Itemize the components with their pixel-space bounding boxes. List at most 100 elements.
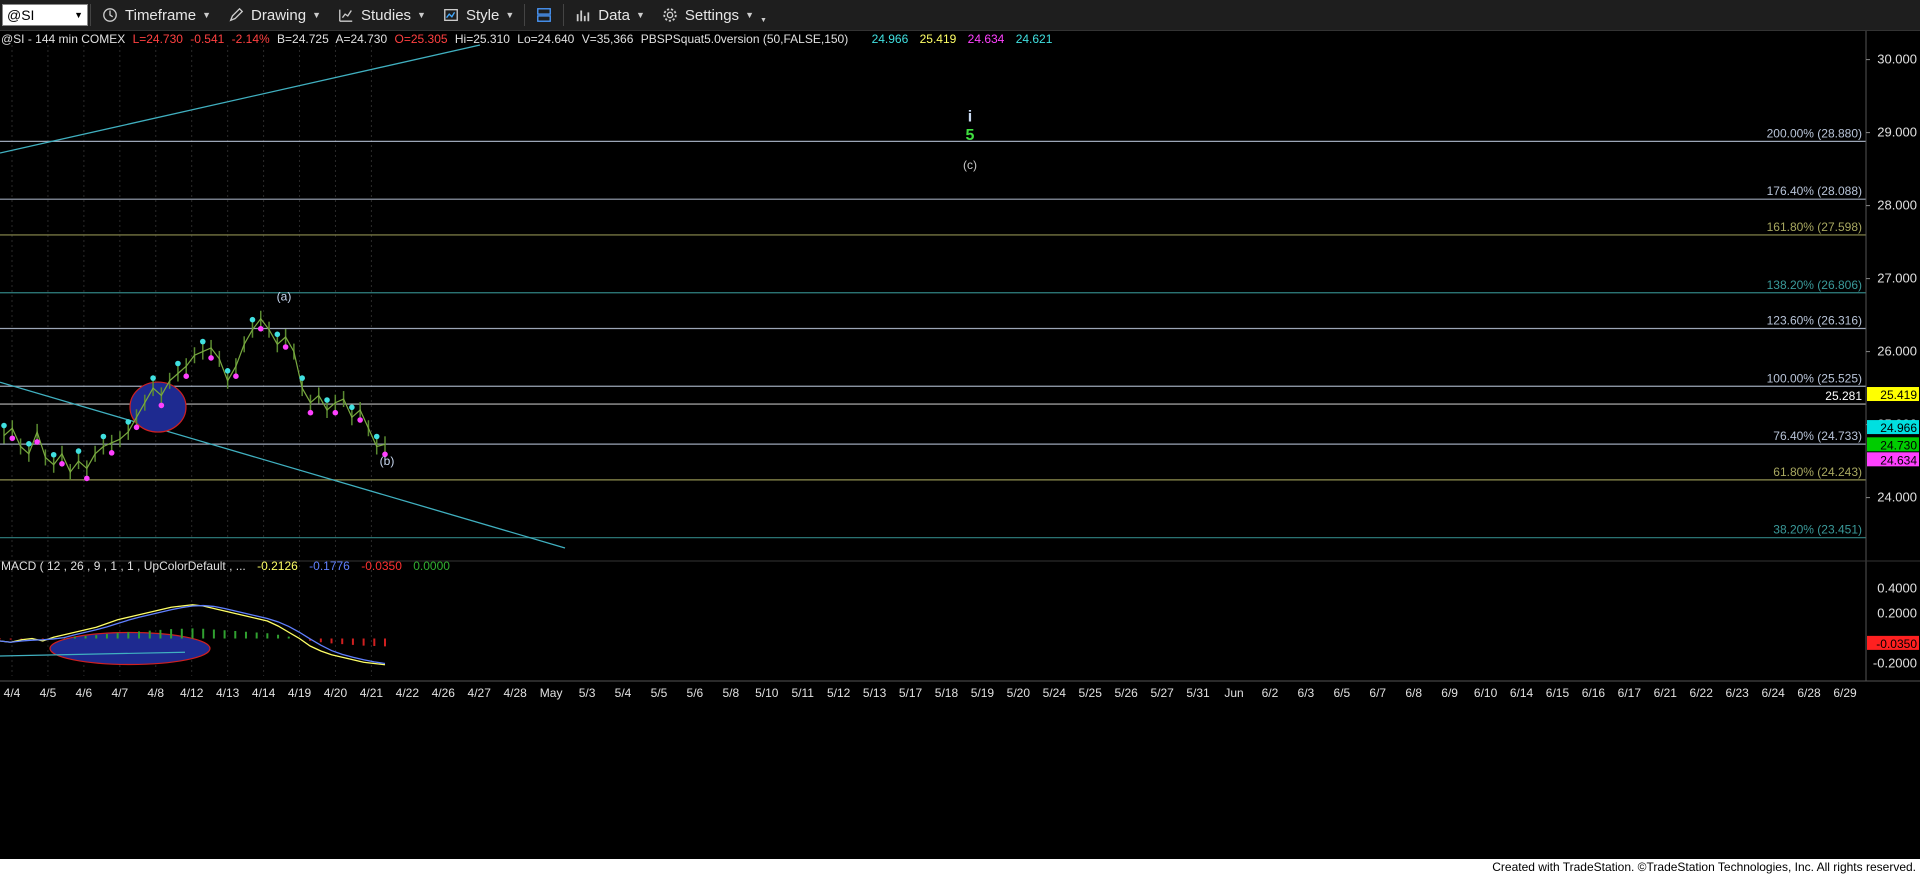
price-series [1,310,388,482]
swing-high-dot [299,375,305,381]
date-tick: 4/26 [432,686,456,700]
date-tick: 6/24 [1761,686,1785,700]
swing-low-dot [332,409,339,416]
chart-canvas[interactable]: 200.00% (28.880) 176.40% (28.088) 161.80% … [0,31,1920,859]
swing-high-dot [324,397,330,403]
chevron-down-icon: ▼ [635,10,645,20]
date-tick: 4/21 [360,686,384,700]
date-tick: 6/29 [1833,686,1857,700]
swing-high-dot [249,316,256,323]
swing-low-dot [257,325,264,332]
swing-high-dot [100,433,107,440]
last-price: L=24.730 [133,32,184,46]
date-tick: 6/22 [1690,686,1714,700]
date-tick: 4/7 [111,686,128,700]
date-tick: 5/17 [899,686,923,700]
date-tick: 4/19 [288,686,312,700]
toolbar-separator [90,4,91,26]
date-tick: 4/13 [216,686,240,700]
date-tick: 5/10 [755,686,779,700]
style-icon [444,9,458,21]
date-tick: 4/4 [4,686,21,700]
bid-price: B=24.725 [277,32,329,46]
fib-label: 176.40% (28.088) [1767,184,1862,198]
toolbar: @SI ▼ Timeframe ▼ Drawing ▼ Studies ▼ St… [0,0,1920,31]
price-line [3,317,386,474]
volume: V=35,366 [582,32,634,46]
data-button[interactable]: Data ▼ [566,2,653,28]
gear-icon [663,8,677,22]
wave-labels: i5 (c) (a) (b) [277,109,977,468]
toolbar-separator [563,4,565,26]
swing-high-dot [349,404,355,411]
date-tick: 6/16 [1582,686,1606,700]
swing-low-dot [208,355,214,361]
high-price: Hi=25.310 [455,32,510,46]
chevron-down-icon: ▼ [745,10,754,20]
swing-high-dot [373,433,380,440]
date-tick: 5/27 [1150,686,1174,700]
swing-low-dot [233,373,239,380]
clock-icon [103,8,117,22]
date-tick: 6/2 [1262,686,1279,700]
date-tick: 6/8 [1405,686,1422,700]
swing-low-dot [59,461,65,467]
wave-label: i [968,109,972,126]
fib-levels: 200.00% (28.880) 176.40% (28.088) 161.80% … [0,126,1866,539]
change-value: -0.541 [190,32,224,46]
fib-label: 76.40% (24.733) [1773,429,1862,443]
swing-low-dot [9,435,16,442]
study-value-2: 25.419 [920,32,957,46]
date-tick: 4/14 [252,686,276,700]
date-tick: May [540,686,563,700]
swing-low-dot [108,450,115,456]
study-value-3: 24.634 [968,32,1005,46]
toolbar-separator [524,4,526,26]
date-tick: 5/31 [1186,686,1210,700]
swing-high-dot [26,441,32,447]
chevron-down-icon: ▼ [202,10,212,20]
price-tag: 25.419 [1880,388,1917,402]
symbol-info: @SI - 144 min COMEX L=24.730 -0.541 -2.1… [1,32,1053,46]
chevron-down-icon: ▼ [312,10,321,20]
pencil-icon [229,7,244,22]
date-tick: 6/5 [1333,686,1350,700]
swing-high-dot [125,419,132,425]
swing-high-dot [224,368,231,374]
level-label: 25.281 [1825,389,1862,403]
price-ellipse [129,381,187,433]
timeframe-button[interactable]: Timeframe ▼ [93,2,219,28]
swing-high-dot [175,360,181,367]
date-tick: 4/27 [468,686,492,700]
swing-low-dot [34,439,40,445]
price-tick: 28.000 [1877,198,1917,213]
date-tick: 5/8 [722,686,739,700]
symbol-label: @SI - 144 min COMEX [1,32,125,46]
swing-low-dot [357,417,363,423]
settings-button[interactable]: Settings ▼ ▼ [653,2,775,28]
style-button[interactable]: Style ▼ [434,2,522,28]
fib-label: 200.00% (28.880) [1767,126,1862,140]
open-price: O=25.305 [395,32,448,46]
date-tick: 5/24 [1043,686,1067,700]
symbol-selector[interactable]: @SI ▼ [2,4,88,26]
data-label: Data [598,6,630,24]
macd-tick: 0.4000 [1877,581,1917,596]
drawing-button[interactable]: Drawing ▼ [219,2,329,28]
study-value-1: 24.966 [872,32,909,46]
swing-high-dot [199,338,206,345]
date-tick: 4/28 [503,686,527,700]
macd-tick: 0.2000 [1877,606,1917,621]
price-tick: 30.000 [1877,52,1917,67]
fib-label: 138.20% (26.806) [1767,278,1862,292]
symbol-text: @SI [7,7,35,23]
date-tick: 4/5 [40,686,57,700]
fib-label: 123.60% (26.316) [1767,314,1862,328]
fib-label: 61.80% (24.243) [1773,465,1862,479]
chevron-down-icon: ▼ [505,10,515,20]
price-tick: 27.000 [1877,271,1917,286]
layout-button[interactable] [527,2,561,28]
settings-label: Settings [684,6,740,24]
studies-button[interactable]: Studies ▼ [329,2,434,28]
timeframe-label: Timeframe [125,6,197,24]
